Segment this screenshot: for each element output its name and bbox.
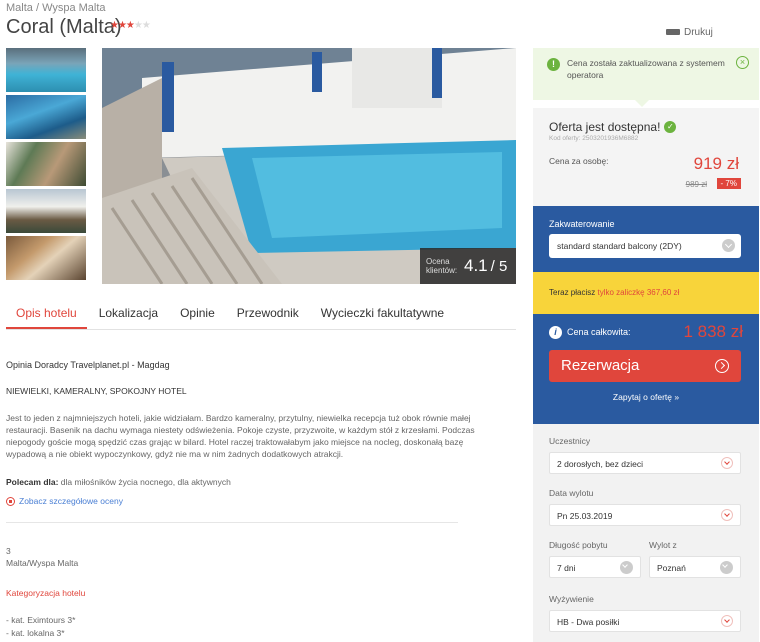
- category-item: - kat. Eximtours 3*: [6, 615, 76, 625]
- info-icon: !: [547, 58, 560, 71]
- chevron-down-icon: [620, 561, 633, 574]
- participants-label: Uczestnicy: [549, 436, 591, 446]
- duration-select[interactable]: 7 dni: [549, 556, 641, 578]
- detailed-ratings-link[interactable]: Zobacz szczegółowe oceny: [6, 496, 123, 506]
- notice-pointer: [634, 99, 650, 107]
- tab-reviews[interactable]: Opinie: [170, 298, 225, 329]
- star-rating: ★★★★★: [110, 20, 151, 31]
- thumbnail-image[interactable]: [6, 142, 86, 186]
- printer-icon: [666, 26, 680, 40]
- star-icons-empty: ★★: [133, 20, 151, 31]
- deposit-prefix: Teraz płacisz: [549, 288, 598, 297]
- thumbnail-image[interactable]: [6, 189, 86, 233]
- advisor-title: Opinia Doradcy Travelplanet.pl - Magdag: [6, 360, 170, 370]
- close-icon[interactable]: ×: [736, 56, 749, 69]
- trip-options: Uczestnicy 2 dorosłych, bez dzieci Data …: [533, 424, 759, 642]
- recommended-for: Polecam dla: dla miłośników życia nocneg…: [6, 477, 231, 487]
- print-button[interactable]: Drukuj: [666, 26, 713, 40]
- participants-value: 2 dorosłych, bez dzieci: [557, 459, 643, 469]
- departure-date-select[interactable]: Pn 25.03.2019: [549, 504, 741, 526]
- duration-value: 7 dni: [557, 563, 576, 573]
- category-heading: Kategoryzacja hotelu: [6, 588, 86, 598]
- chevron-down-icon: [721, 615, 733, 627]
- detailed-ratings-label: Zobacz szczegółowe oceny: [19, 496, 123, 506]
- chevron-down-icon: [720, 561, 733, 574]
- tab-guide[interactable]: Przewodnik: [227, 298, 309, 329]
- accommodation-value: standard standard balcony (2DY): [557, 241, 682, 251]
- departure-city-select[interactable]: Poznań: [649, 556, 741, 578]
- print-label: Drukuj: [684, 26, 713, 38]
- chevron-down-icon: [721, 509, 733, 521]
- accommodation-select[interactable]: standard standard balcony (2DY): [549, 234, 741, 258]
- star-icons-filled: ★★★: [110, 20, 135, 31]
- hotel-location: Malta/Wyspa Malta: [6, 558, 79, 568]
- thumbnail-image[interactable]: [6, 95, 86, 139]
- tab-excursions[interactable]: Wycieczki fakultatywne: [311, 298, 454, 329]
- tab-location[interactable]: Lokalizacja: [89, 298, 168, 329]
- hotel-title: Coral (Malta): [6, 16, 122, 38]
- departure-date-value: Pn 25.03.2019: [557, 511, 613, 521]
- chart-icon: [6, 496, 15, 506]
- offer-box: Oferta jest dostępna! ✓ Kod oferty: 2503…: [533, 108, 759, 206]
- reserve-button[interactable]: Rezerwacja: [549, 350, 741, 382]
- board-select[interactable]: HB - Dwa posiłki: [549, 610, 741, 632]
- participants-select[interactable]: 2 dorosłych, bez dzieci: [549, 452, 741, 474]
- chevron-down-icon: [721, 457, 733, 469]
- chevron-down-icon: [722, 239, 735, 252]
- total-price-label: Cena całkowita:: [567, 327, 631, 337]
- ask-about-offer-link[interactable]: Zapytaj o ofertę »: [533, 392, 759, 402]
- total-price-row: i Cena całkowita: 1 838 zł: [549, 322, 743, 342]
- category-list: - kat. Eximtours 3* - kat. lokalna 3*: [6, 614, 75, 640]
- review-headline: NIEWIELKI, KAMERALNY, SPOKOJNY HOTEL: [6, 386, 187, 396]
- recommend-text: dla miłośników życia nocnego, dla aktywn…: [58, 477, 231, 487]
- accommodation-label: Zakwaterowanie: [549, 219, 615, 229]
- tab-description[interactable]: Opis hotelu: [6, 298, 87, 329]
- offer-status: Oferta jest dostępna! ✓: [549, 120, 743, 134]
- category-item: - kat. lokalna 3*: [6, 628, 65, 638]
- info-icon[interactable]: i: [549, 325, 562, 339]
- arrow-right-icon: [715, 359, 729, 373]
- departure-date-label: Data wylotu: [549, 488, 594, 498]
- rating-label: Ocena klientów:: [426, 257, 458, 275]
- rating-score: 4.1: [464, 256, 488, 275]
- departure-city-label: Wylot z: [649, 540, 677, 550]
- booking-panel: Zakwaterowanie standard standard balcony…: [533, 206, 759, 424]
- hotel-description: Opinia Doradcy Travelplanet.pl - Magdag …: [6, 360, 506, 638]
- customer-rating: Ocena klientów: 4.1 / 5: [420, 248, 516, 284]
- deposit-banner: Teraz płacisz tylko zaliczkę 367,60 zł: [533, 272, 759, 314]
- hotel-tabs: Opis hotelu Lokalizacja Opinie Przewodni…: [6, 298, 516, 330]
- board-label: Wyżywienie: [549, 594, 594, 604]
- main-photo[interactable]: Ocena klientów: 4.1 / 5: [102, 48, 516, 284]
- reserve-label: Rezerwacja: [561, 357, 640, 374]
- review-text: Jest to jeden z najmniejszych hoteli, ja…: [6, 413, 475, 459]
- discount-badge: - 7%: [716, 178, 741, 189]
- duration-label: Długość pobytu: [549, 540, 608, 550]
- offer-code: Kod oferty: 2503201936M6882: [549, 135, 639, 142]
- notice-text: Cena została zaktualizowana z systemem o…: [567, 58, 725, 80]
- thumbnail-gallery: [6, 48, 86, 283]
- price-per-person: 919 zł: [693, 154, 739, 173]
- old-price: 989 zł: [685, 180, 707, 189]
- price-per-person-label: Cena za osobę:: [549, 156, 609, 166]
- deposit-amount: tylko zaliczkę 367,60 zł: [597, 288, 680, 297]
- departure-city-value: Poznań: [657, 563, 686, 573]
- recommend-label: Polecam dla:: [6, 477, 59, 487]
- total-price: 1 838 zł: [683, 322, 743, 341]
- hotel-category-number: 3: [6, 546, 11, 556]
- check-icon: ✓: [664, 121, 677, 133]
- thumbnail-image[interactable]: [6, 48, 86, 92]
- rating-max: / 5: [490, 257, 508, 275]
- offer-title: Oferta jest dostępna!: [549, 120, 661, 134]
- board-value: HB - Dwa posiłki: [557, 617, 620, 627]
- thumbnail-image[interactable]: [6, 236, 86, 280]
- divider: [6, 522, 458, 523]
- breadcrumb[interactable]: Malta / Wyspa Malta: [6, 2, 106, 14]
- price-updated-notice: ! Cena została zaktualizowana z systemem…: [533, 48, 759, 100]
